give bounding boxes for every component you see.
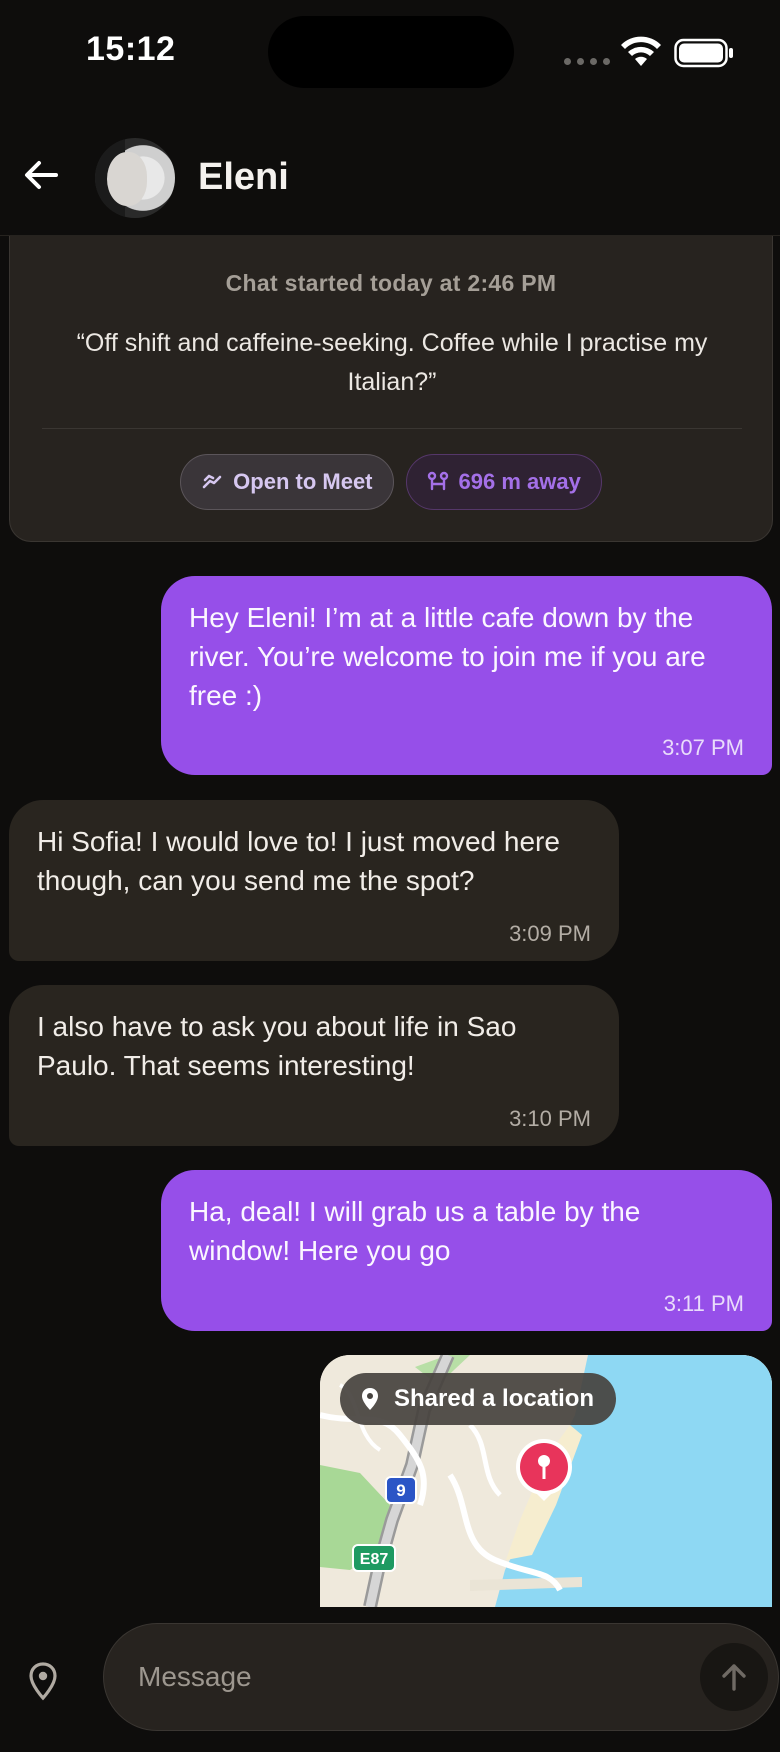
send-button[interactable] bbox=[700, 1643, 768, 1711]
status-time: 15:12 bbox=[86, 30, 176, 68]
message-text: Hey Eleni! I’m at a little cafe down by … bbox=[189, 602, 706, 711]
chat-header: Eleni bbox=[0, 120, 780, 236]
message-input[interactable] bbox=[103, 1623, 779, 1731]
divider bbox=[42, 428, 742, 429]
message-text: Ha, deal! I will grab us a table by the … bbox=[189, 1196, 641, 1266]
shared-location-pill: Shared a location bbox=[340, 1373, 617, 1425]
message-text: Hi Sofia! I would love to! I just moved … bbox=[37, 826, 560, 896]
message-text: I also have to ask you about life in Sao… bbox=[37, 1011, 517, 1081]
intro-chips: Open to Meet 696 m away bbox=[10, 454, 772, 510]
location-pin-icon bbox=[362, 1388, 378, 1410]
message-time: 3:10 PM bbox=[509, 1106, 591, 1131]
message-bubble-sent[interactable]: Hey Eleni! I’m at a little cafe down by … bbox=[161, 576, 772, 775]
contact-avatar[interactable] bbox=[95, 138, 175, 218]
road-badge-9: 9 bbox=[396, 1481, 405, 1500]
message-composer bbox=[0, 1607, 780, 1752]
contact-name[interactable]: Eleni bbox=[198, 156, 289, 199]
open-to-meet-chip[interactable]: Open to Meet bbox=[180, 454, 394, 510]
shared-location-label: Shared a location bbox=[394, 1385, 595, 1412]
road-badge-e87: E87 bbox=[360, 1551, 389, 1568]
status-bar: 15:12 bbox=[0, 0, 780, 110]
message-bubble-sent[interactable]: Ha, deal! I will grab us a table by the … bbox=[161, 1170, 772, 1331]
message-time: 3:11 PM bbox=[663, 1291, 744, 1316]
message-time: 3:09 PM bbox=[509, 921, 591, 946]
cellular-signal-icon bbox=[564, 58, 610, 65]
arrow-up-icon bbox=[722, 1664, 746, 1691]
open-to-meet-label: Open to Meet bbox=[233, 469, 373, 494]
distance-chip[interactable]: 696 m away bbox=[405, 454, 602, 510]
message-bubble-received[interactable]: I also have to ask you about life in Sao… bbox=[9, 985, 619, 1146]
shared-location-map[interactable]: 9 E87 Shared a location bbox=[320, 1355, 772, 1607]
handshake-icon bbox=[202, 474, 222, 489]
route-icon bbox=[427, 471, 448, 491]
chat-started-label: Chat started today at 2:46 PM bbox=[225, 270, 557, 296]
message-time: 3:07 PM bbox=[662, 735, 744, 760]
battery-icon bbox=[674, 38, 733, 68]
dynamic-island bbox=[268, 16, 514, 88]
map-marker-icon bbox=[516, 1439, 572, 1501]
distance-label: 696 m away bbox=[458, 469, 581, 494]
back-arrow-icon[interactable] bbox=[22, 156, 60, 194]
share-location-icon[interactable] bbox=[26, 1661, 60, 1701]
chat-intro-card: Chat started today at 2:46 PM “Off shift… bbox=[9, 236, 773, 542]
message-bubble-received[interactable]: Hi Sofia! I would love to! I just moved … bbox=[9, 800, 619, 961]
wifi-icon bbox=[621, 36, 661, 66]
profile-status-quote: “Off shift and caffeine-seeking. Coffee … bbox=[76, 329, 708, 396]
